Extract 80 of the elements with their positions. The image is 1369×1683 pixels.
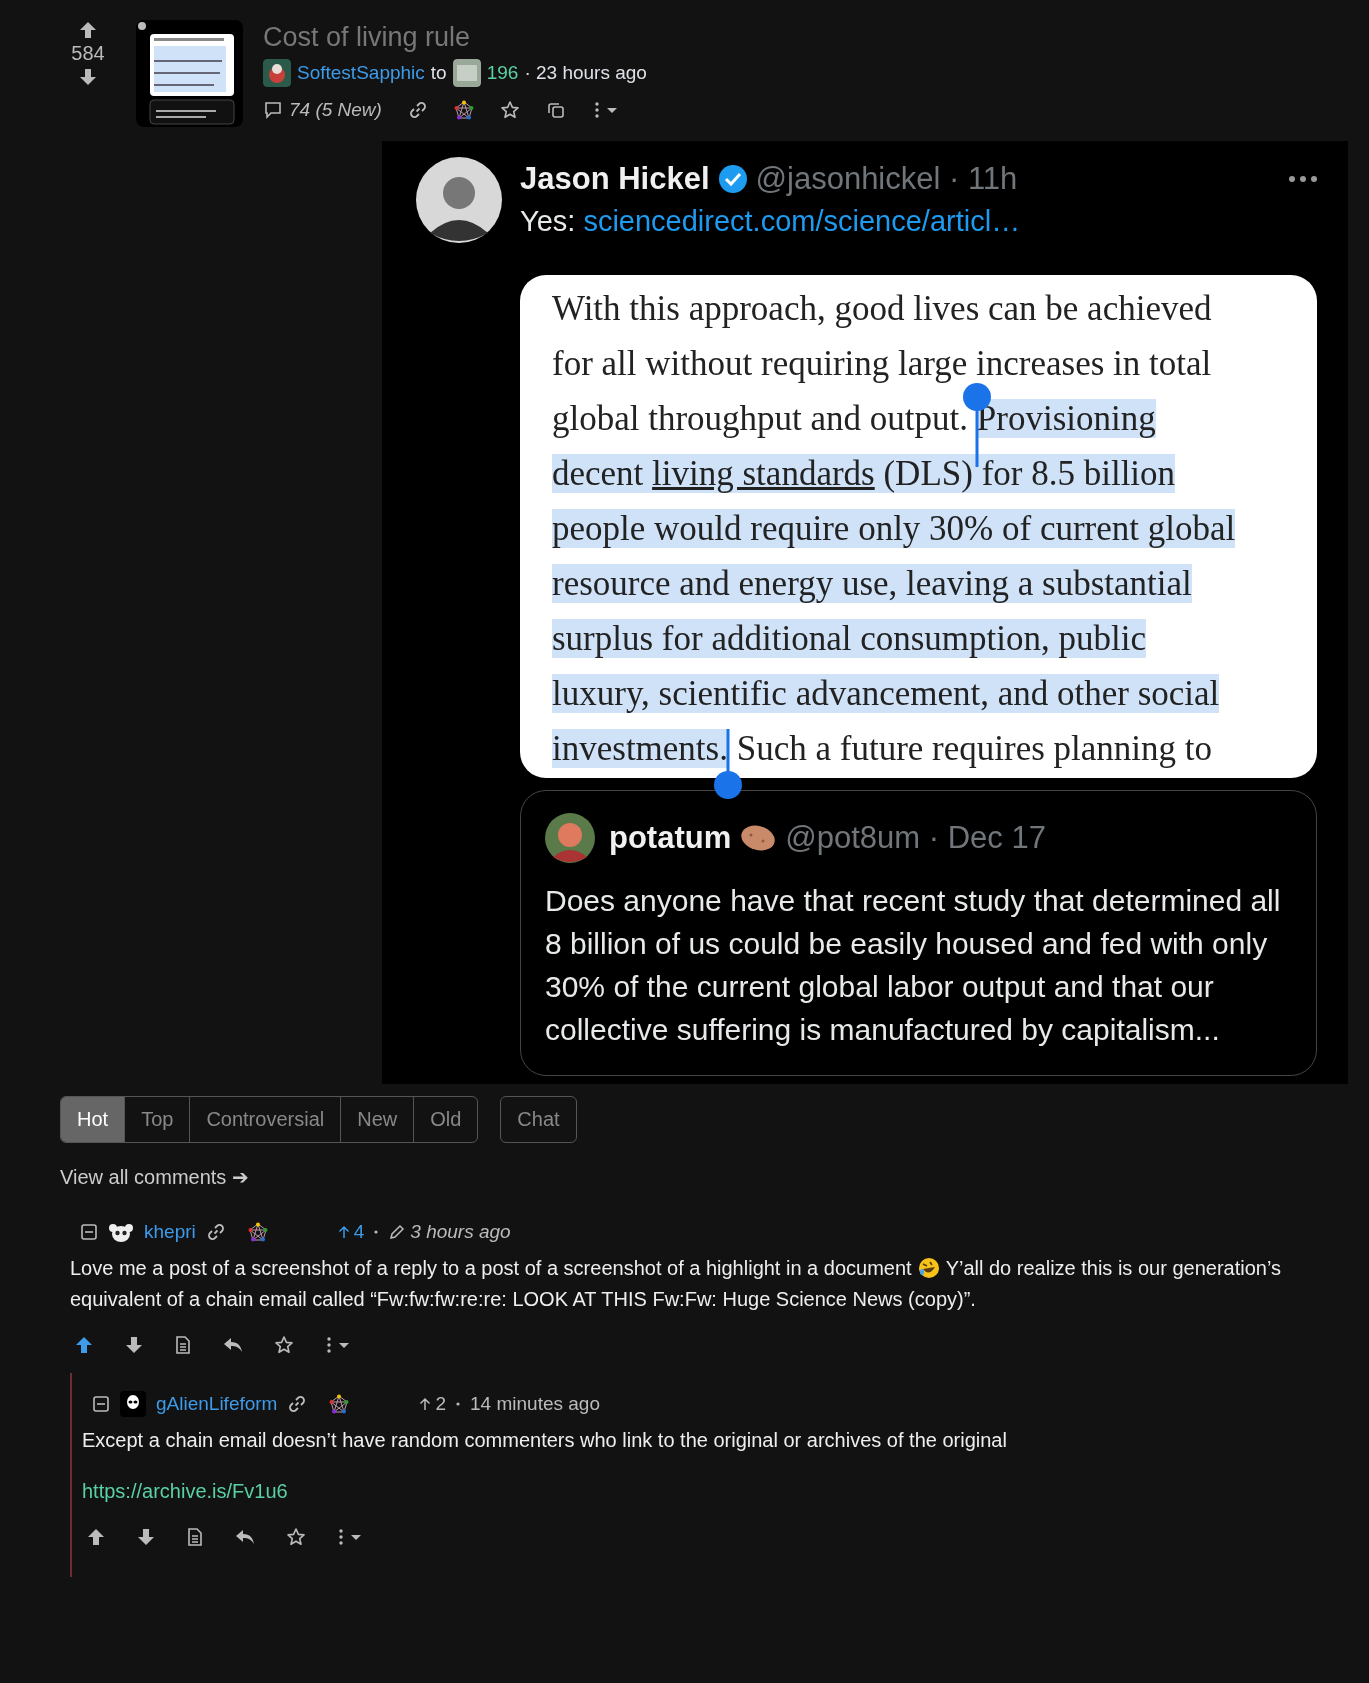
network-icon[interactable] — [247, 1222, 268, 1242]
community-icon — [452, 59, 481, 87]
tweet-text: Yes: — [520, 205, 576, 238]
score-arrow-icon — [419, 1397, 432, 1411]
document-text: surplus for additional consumption, public — [552, 619, 1146, 658]
separator-dot-icon — [456, 1402, 461, 1406]
document-text: (DLS) for 8.5 billion — [874, 454, 1176, 493]
link-icon[interactable] — [205, 1222, 226, 1242]
person-avatar-icon — [416, 157, 502, 243]
sort-tab[interactable]: New — [340, 1097, 414, 1142]
score: 2 — [435, 1393, 447, 1415]
sort-tab[interactable]: Old — [413, 1097, 478, 1142]
potato-icon — [739, 823, 778, 853]
network-icon[interactable] — [329, 1394, 350, 1414]
quoted-author: potatum — [609, 820, 732, 856]
sort-tab[interactable]: Hot — [61, 1097, 125, 1142]
more-icon[interactable] — [1288, 175, 1318, 183]
post-score: 584 — [71, 42, 105, 65]
community-link[interactable]: 196 — [486, 62, 519, 84]
verified-badge-icon — [717, 164, 748, 194]
upvote-icon[interactable] — [78, 20, 98, 40]
comment-icon — [263, 100, 283, 120]
comment-time: 3 hours ago — [410, 1221, 511, 1243]
downvote-icon[interactable] — [136, 1527, 156, 1547]
comment-text: Y’all do realize this is our generation’s — [945, 1257, 1281, 1279]
chat-button[interactable]: Chat — [500, 1096, 577, 1143]
separator-dot-icon — [374, 1230, 379, 1234]
comment-text: equivalent of a chain email called “Fw:fw:fw:re:re: LOOK AT THIS Fw:Fw: Huge Science News (copy)”. — [70, 1288, 976, 1310]
username-link[interactable]: khepri — [144, 1221, 196, 1243]
quoted-handle: @pot8um · Dec 17 — [785, 820, 1046, 856]
document-text: investments. — [552, 729, 728, 768]
star-icon[interactable] — [274, 1335, 294, 1355]
document-text: people would require only 30% of current global — [552, 509, 1236, 548]
view-all-comments-link[interactable]: View all comments ➔ — [60, 1165, 249, 1189]
quoted-text: Does anyone have that recent study that determined all 8 billion of us could be easily housed and fed with only 30% of the current global labor output and that our collective suffering is manufactured by capitalism... — [545, 883, 1282, 1048]
sort-tab[interactable]: Controversial — [189, 1097, 341, 1142]
score: 4 — [353, 1221, 365, 1243]
document-text: Such a future requires planning to — [735, 729, 1212, 768]
to-label: to — [430, 62, 447, 84]
score-arrow-icon — [337, 1225, 350, 1239]
tweet-link[interactable]: sciencedirect.com/science/articl… — [583, 205, 1021, 238]
document-text: luxury, scientific advancement, and other social — [552, 674, 1220, 713]
upvote-icon[interactable] — [86, 1527, 106, 1547]
document-text: global throughput and output. — [552, 399, 970, 438]
star-icon[interactable] — [286, 1527, 306, 1547]
comment-text: Except a chain email doesn’t have random commenters who link to the original or archives of the original — [82, 1429, 1007, 1451]
post-time: · 23 hours ago — [524, 62, 647, 84]
document-text: With this approach, good lives can be achieved — [552, 289, 1212, 328]
network-icon[interactable] — [453, 100, 474, 120]
star-icon[interactable] — [499, 100, 520, 120]
laughing-face-icon — [917, 1257, 940, 1279]
tweet-handle: @jasonhickel · 11h — [755, 161, 1018, 197]
comments-link[interactable]: 74 (5 New) — [263, 99, 382, 121]
document-text: decent — [552, 454, 653, 493]
downvote-icon[interactable] — [78, 67, 98, 87]
tweet-author: Jason Hickel — [520, 161, 710, 197]
upvote-icon[interactable] — [74, 1335, 94, 1355]
comment-text: Love me a post of a screenshot of a reply to a post of a screenshot of a highlight in a document — [70, 1257, 912, 1279]
author-link[interactable]: SoftestSapphic — [297, 62, 425, 84]
document-text: for all without requiring large increases in total — [552, 344, 1212, 383]
link-icon[interactable] — [407, 100, 428, 120]
archive-link[interactable]: https://archive.is/Fv1u6 — [82, 1476, 288, 1507]
person-avatar-icon — [545, 813, 595, 863]
document-text: Provisioning — [976, 399, 1156, 438]
post-title[interactable]: Cost of living rule — [263, 22, 647, 53]
alien-avatar-icon — [120, 1391, 146, 1417]
document-icon[interactable] — [186, 1527, 204, 1547]
collapse-icon[interactable] — [80, 1223, 98, 1241]
document-text: resource and energy use, leaving a substantial — [552, 564, 1192, 603]
downvote-icon[interactable] — [124, 1335, 144, 1355]
comment-time: 14 minutes ago — [470, 1393, 600, 1415]
username-link[interactable]: gAlienLifeform — [156, 1393, 278, 1415]
avatar-icon — [263, 59, 291, 87]
document-text: living standards — [652, 454, 875, 493]
copy-icon[interactable] — [545, 100, 566, 120]
collapse-icon[interactable] — [92, 1395, 110, 1413]
link-icon[interactable] — [287, 1394, 308, 1414]
document-icon[interactable] — [174, 1335, 192, 1355]
sort-tab[interactable]: Top — [124, 1097, 190, 1142]
pencil-icon — [388, 1223, 407, 1241]
